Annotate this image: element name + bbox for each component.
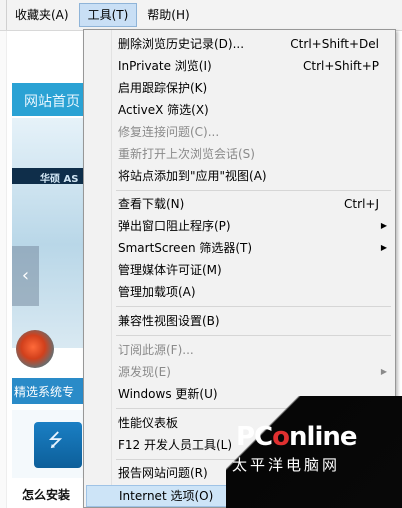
windows-orb-icon [16, 330, 54, 368]
menu-item-label: 报告网站问题(R) [118, 466, 208, 480]
menu-item-label: Internet 选项(O) [119, 489, 214, 503]
menu-item-manage-addons[interactable]: 管理加载项(A) [86, 281, 393, 303]
menu-item-label: 兼容性视图设置(B) [118, 314, 220, 328]
article-caption[interactable]: 怎么安装 [22, 486, 70, 503]
usb-icon: ⭍ [48, 430, 63, 451]
menu-item-inprivate[interactable]: InPrivate 浏览(I) Ctrl+Shift+P [86, 55, 393, 77]
submenu-arrow-icon: ▶ [380, 367, 387, 376]
menu-help[interactable]: 帮助(H) [139, 0, 197, 30]
menu-item-label: ActiveX 筛选(X) [118, 103, 209, 117]
watermark-subtitle: 太平洋电脑网 [232, 456, 341, 474]
menu-item-label: 弹出窗口阻止程序(P) [118, 219, 231, 233]
menu-separator [116, 335, 391, 336]
menu-item-popup-blocker[interactable]: 弹出窗口阻止程序(P) ▶ [86, 215, 393, 237]
watermark-logo-o: o [272, 422, 290, 452]
submenu-arrow-icon: ▶ [380, 221, 387, 230]
menu-item-tracking-protection[interactable]: 启用跟踪保护(K) [86, 77, 393, 99]
menu-item-fix-connection: 修复连接问题(C)... [86, 121, 393, 143]
banner-label: 网站首页 [24, 94, 80, 110]
menu-item-shortcut: Ctrl+Shift+Del [290, 37, 379, 51]
menu-item-label: SmartScreen 筛选器(T) [118, 241, 253, 255]
menu-item-windows-update[interactable]: Windows 更新(U) [86, 383, 393, 405]
menu-item-label: 修复连接问题(C)... [118, 125, 220, 139]
menu-item-label: 源发现(E) [118, 365, 171, 379]
menu-item-subscribe-feed: 订阅此源(F)... [86, 339, 393, 361]
menu-item-label: 将站点添加到"应用"视图(A) [118, 169, 267, 183]
menu-item-smartscreen[interactable]: SmartScreen 筛选器(T) ▶ [86, 237, 393, 259]
menu-item-label: 管理媒体许可证(M) [118, 263, 222, 277]
menu-separator [116, 408, 391, 409]
menu-item-label: 订阅此源(F)... [118, 343, 194, 357]
carousel-prev-icon[interactable]: ‹ [12, 246, 39, 306]
watermark-logo-suffix: nline [289, 422, 357, 452]
menu-item-shortcut: Ctrl+J [344, 197, 379, 211]
section-header-label: 精选系统专 [14, 385, 75, 399]
menu-item-internet-options[interactable]: Internet 选项(O) [86, 485, 393, 507]
menu-item-label: 查看下载(N) [118, 197, 185, 211]
menu-item-feed-discovery: 源发现(E) ▶ [86, 361, 393, 383]
watermark-logo: PConline [236, 422, 358, 452]
submenu-arrow-icon: ▶ [380, 243, 387, 252]
menu-item-media-licenses[interactable]: 管理媒体许可证(M) [86, 259, 393, 281]
menu-item-view-downloads[interactable]: 查看下载(N) Ctrl+J [86, 193, 393, 215]
menu-item-label: 管理加载项(A) [118, 285, 196, 299]
hero-image[interactable] [12, 118, 87, 348]
menu-separator [116, 190, 391, 191]
menu-item-label: InPrivate 浏览(I) [118, 59, 212, 73]
menu-item-label: F12 开发人员工具(L) [118, 438, 233, 452]
page-edge [0, 31, 7, 508]
menu-item-activex-filter[interactable]: ActiveX 筛选(X) [86, 99, 393, 121]
menu-item-label: 启用跟踪保护(K) [118, 81, 208, 95]
menu-separator [116, 306, 391, 307]
menu-bar: 收藏夹(A) 工具(T) 帮助(H) [0, 0, 402, 31]
menu-tools[interactable]: 工具(T) [78, 3, 138, 27]
menu-item-compat-view[interactable]: 兼容性视图设置(B) [86, 310, 393, 332]
menu-item-delete-history[interactable]: 删除浏览历史记录(D)... Ctrl+Shift+Del [86, 33, 393, 55]
watermark-logo-prefix: PC [236, 422, 273, 452]
menu-item-label: 重新打开上次浏览会话(S) [118, 147, 255, 161]
menu-item-label: 性能仪表板 [118, 416, 179, 430]
menu-item-reopen-session: 重新打开上次浏览会话(S) [86, 143, 393, 165]
menu-item-label: 删除浏览历史记录(D)... [118, 37, 245, 51]
menu-item-label: Windows 更新(U) [118, 387, 218, 401]
menu-favorites[interactable]: 收藏夹(A) [7, 0, 77, 30]
menu-item-shortcut: Ctrl+Shift+P [303, 59, 379, 73]
menubar-edge [0, 0, 7, 30]
menu-item-add-to-apps[interactable]: 将站点添加到"应用"视图(A) [86, 165, 393, 187]
hero-band-label: 华硕 AS [40, 174, 79, 185]
